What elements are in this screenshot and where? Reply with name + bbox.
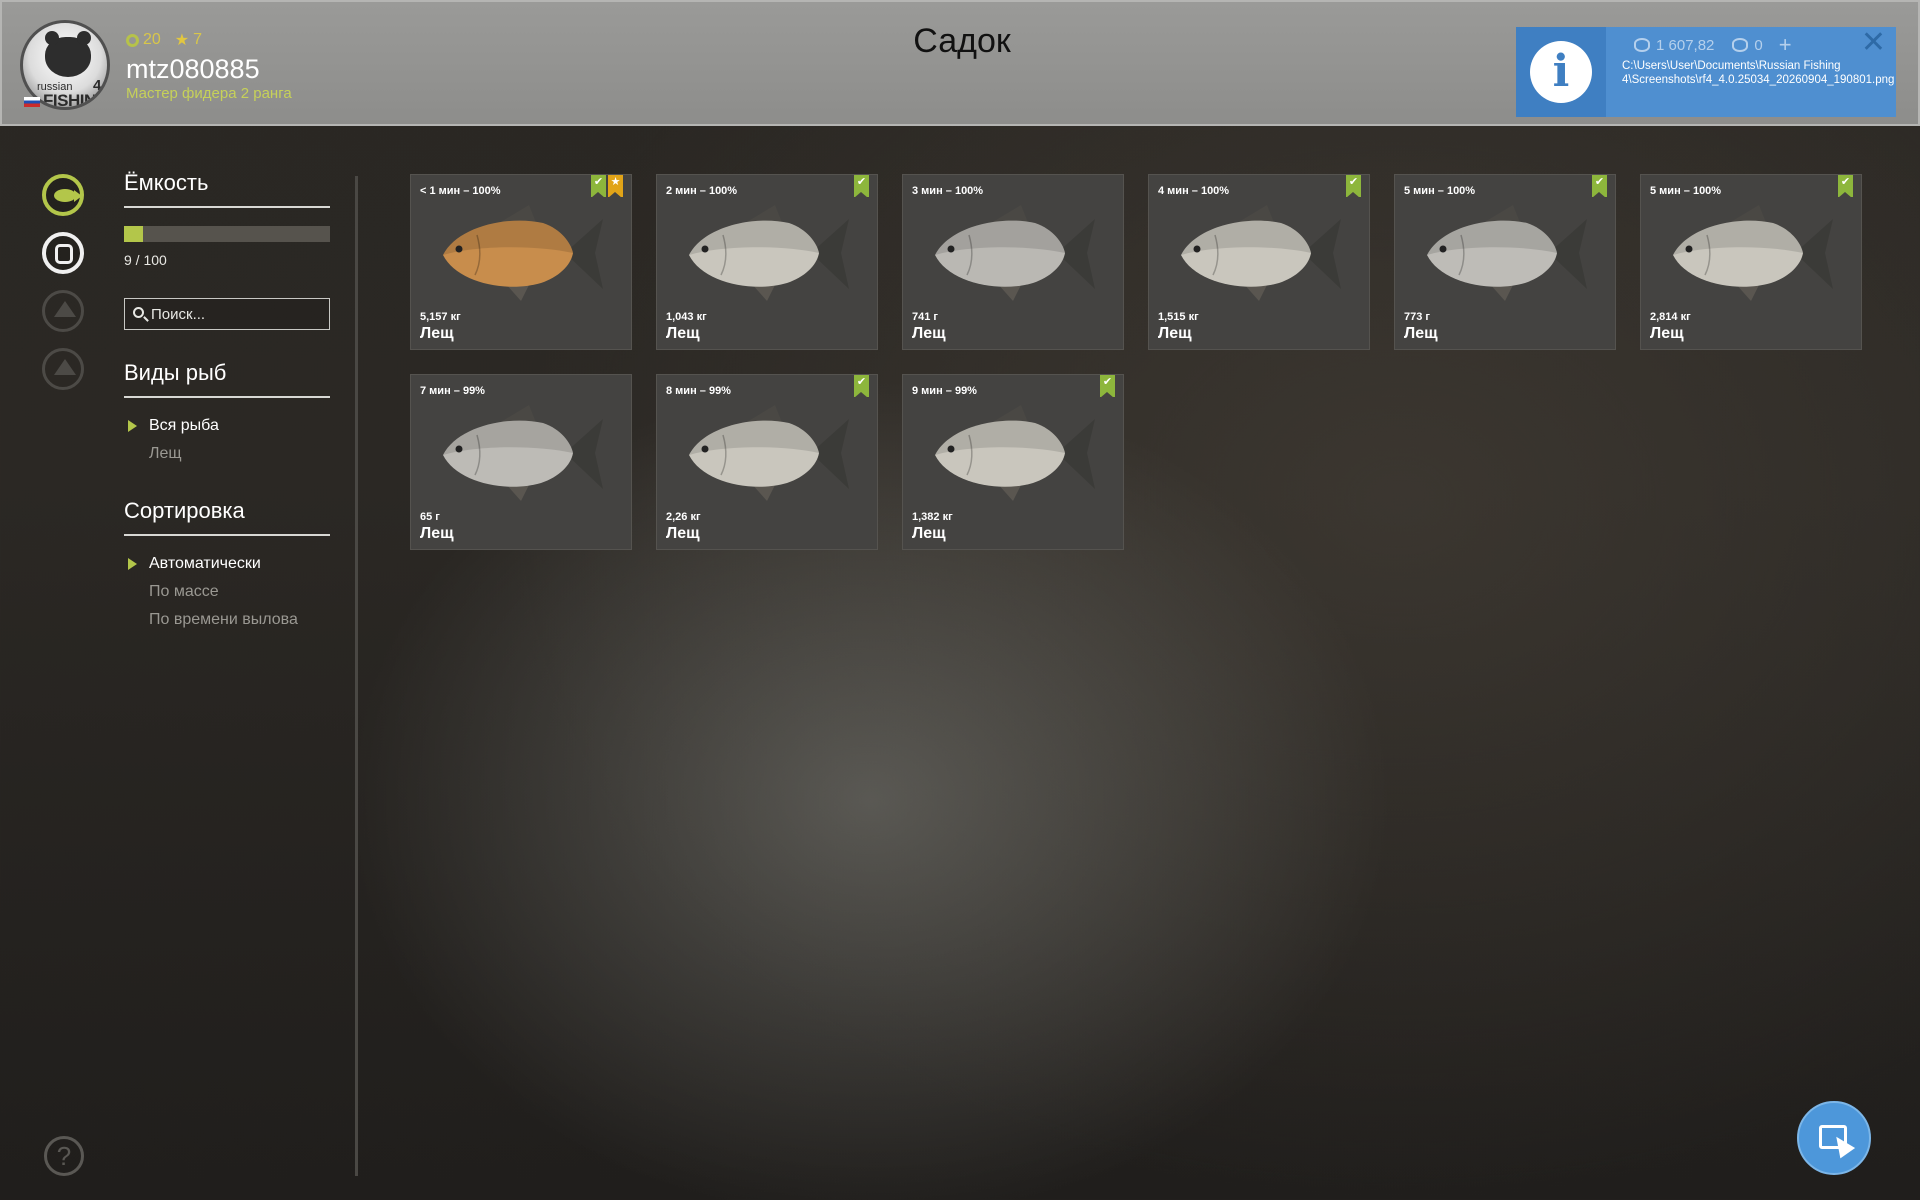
fish-name: Лещ: [1404, 325, 1438, 342]
locked-icon: [54, 301, 76, 317]
checkmark-icon: ✔: [591, 175, 606, 198]
search-input[interactable]: [151, 303, 323, 325]
header-bar: russian FISHING 4 20 ★ 7 mtz080885 Масте…: [0, 0, 1920, 126]
info-icon: i: [1530, 41, 1592, 103]
fish-card[interactable]: 2 мин – 100% ✔ 1,043 кг Лещ: [656, 174, 878, 350]
checkmark-icon: ✔: [854, 375, 869, 398]
fish-name: Лещ: [912, 325, 946, 342]
fish-name: Лещ: [420, 525, 454, 542]
nav-locked-button[interactable]: [42, 290, 84, 332]
fish-card[interactable]: < 1 мин – 100% ★ ✔ 5,157 кг Лещ: [410, 174, 632, 350]
keepnet-icon: [55, 244, 73, 264]
fish-weight: 65 г: [420, 511, 440, 523]
player-rank: Мастер фидера 2 ранга: [126, 85, 292, 102]
species-option[interactable]: Вся рыба: [124, 412, 330, 440]
fish-weight: 2,814 кг: [1650, 311, 1691, 323]
fish-name: Лещ: [420, 325, 454, 342]
sort-list: Автоматически По массе По времени вылова: [124, 550, 330, 634]
species-group: Виды рыб Вся рыба Лещ: [124, 360, 330, 468]
catch-time: 8 мин – 99%: [666, 385, 731, 397]
catch-time: 7 мин – 99%: [420, 385, 485, 397]
fish-card[interactable]: 4 мин – 100% ✔ 1,515 кг Лещ: [1148, 174, 1370, 350]
fish-weight: 1,515 кг: [1158, 311, 1199, 323]
fish-card[interactable]: 8 мин – 99% ✔ 2,26 кг Лещ: [656, 374, 878, 550]
fish-name: Лещ: [912, 525, 946, 542]
home-icon: [54, 359, 76, 375]
sort-option[interactable]: По массе: [124, 578, 330, 606]
species-title: Виды рыб: [124, 360, 330, 398]
capacity-fill: [124, 226, 143, 242]
nav-keepnet-button[interactable]: [42, 232, 84, 274]
catch-time: 4 мин – 100%: [1158, 185, 1230, 197]
checkmark-icon: ✔: [1100, 375, 1115, 398]
bream-icon: [1181, 205, 1341, 301]
currency-display: 1 607,82 0 +: [1634, 32, 1792, 58]
sort-title: Сортировка: [124, 498, 330, 536]
bream-icon: [443, 205, 603, 301]
catch-time: 5 мин – 100%: [1404, 185, 1476, 197]
bream-icon: [689, 405, 849, 501]
cursor-mode-button[interactable]: [1797, 1101, 1871, 1175]
fish-weight: 741 г: [912, 311, 938, 323]
fish-card[interactable]: 9 мин – 99% ✔ 1,382 кг Лещ: [902, 374, 1124, 550]
checkmark-icon: ✔: [1346, 175, 1361, 198]
checkmark-icon: ✔: [1838, 175, 1853, 198]
checkmark-icon: ✔: [854, 175, 869, 198]
catch-time: 5 мин – 100%: [1650, 185, 1722, 197]
screenshot-notification: i 1 607,82 0 + C:\Users\User\Documents\R…: [1516, 27, 1896, 117]
capacity-bar: [124, 226, 330, 242]
gold-coin-icon: [1732, 38, 1749, 52]
fish-weight: 2,26 кг: [666, 511, 701, 523]
fish-card[interactable]: 5 мин – 100% ✔ 773 г Лещ: [1394, 174, 1616, 350]
catch-time: 2 мин – 100%: [666, 185, 738, 197]
sort-group: Сортировка Автоматически По массе По вре…: [124, 498, 330, 634]
fish-weight: 1,043 кг: [666, 311, 707, 323]
fish-icon: [54, 189, 82, 202]
gold-amount: 0: [1754, 36, 1763, 54]
bream-icon: [1673, 205, 1833, 301]
nav-fish-button[interactable]: [42, 174, 84, 216]
capacity-title: Ёмкость: [124, 170, 330, 208]
fish-card[interactable]: 7 мин – 99% 65 г Лещ: [410, 374, 632, 550]
species-list: Вся рыба Лещ: [124, 412, 330, 468]
species-option[interactable]: Лещ: [124, 440, 330, 468]
search-icon: [133, 307, 144, 318]
add-currency-button[interactable]: +: [1779, 32, 1792, 58]
fish-name: Лещ: [666, 525, 700, 542]
fish-weight: 1,382 кг: [912, 511, 953, 523]
capacity-label: 9 / 100: [124, 252, 167, 268]
fish-card[interactable]: 3 мин – 100% 741 г Лещ: [902, 174, 1124, 350]
sort-option[interactable]: Автоматически: [124, 550, 330, 578]
bream-icon: [443, 405, 603, 501]
fish-name: Лещ: [666, 325, 700, 342]
info-box: i: [1516, 27, 1606, 117]
bream-icon: [935, 205, 1095, 301]
fish-weight: 773 г: [1404, 311, 1430, 323]
russian-flag-icon: [24, 97, 40, 107]
catch-time: 3 мин – 100%: [912, 185, 984, 197]
fish-name: Лещ: [1650, 325, 1684, 342]
catch-time: 9 мин – 99%: [912, 385, 977, 397]
bream-icon: [1427, 205, 1587, 301]
trophy-star-icon: ★: [608, 175, 623, 198]
bream-icon: [689, 205, 849, 301]
silver-coin-icon: [1634, 38, 1650, 52]
fish-card[interactable]: 5 мин – 100% ✔ 2,814 кг Лещ: [1640, 174, 1862, 350]
search-box[interactable]: [124, 298, 330, 330]
checkmark-icon: ✔: [1592, 175, 1607, 198]
silver-amount: 1 607,82: [1656, 36, 1715, 54]
close-notification-button[interactable]: ✕: [1861, 27, 1886, 59]
fish-weight: 5,157 кг: [420, 311, 461, 323]
catch-time: < 1 мин – 100%: [420, 185, 501, 197]
nav-home-button[interactable]: [42, 348, 84, 390]
panel-divider: [355, 176, 358, 1176]
bream-icon: [935, 405, 1095, 501]
help-button[interactable]: ?: [44, 1136, 84, 1176]
filter-panel: Ёмкость 9 / 100 Виды рыб Вся рыба Лещ Со…: [124, 170, 330, 634]
sort-option[interactable]: По времени вылова: [124, 606, 330, 634]
screenshot-path: C:\Users\User\Documents\Russian Fishing …: [1622, 60, 1895, 86]
fish-name: Лещ: [1158, 325, 1192, 342]
